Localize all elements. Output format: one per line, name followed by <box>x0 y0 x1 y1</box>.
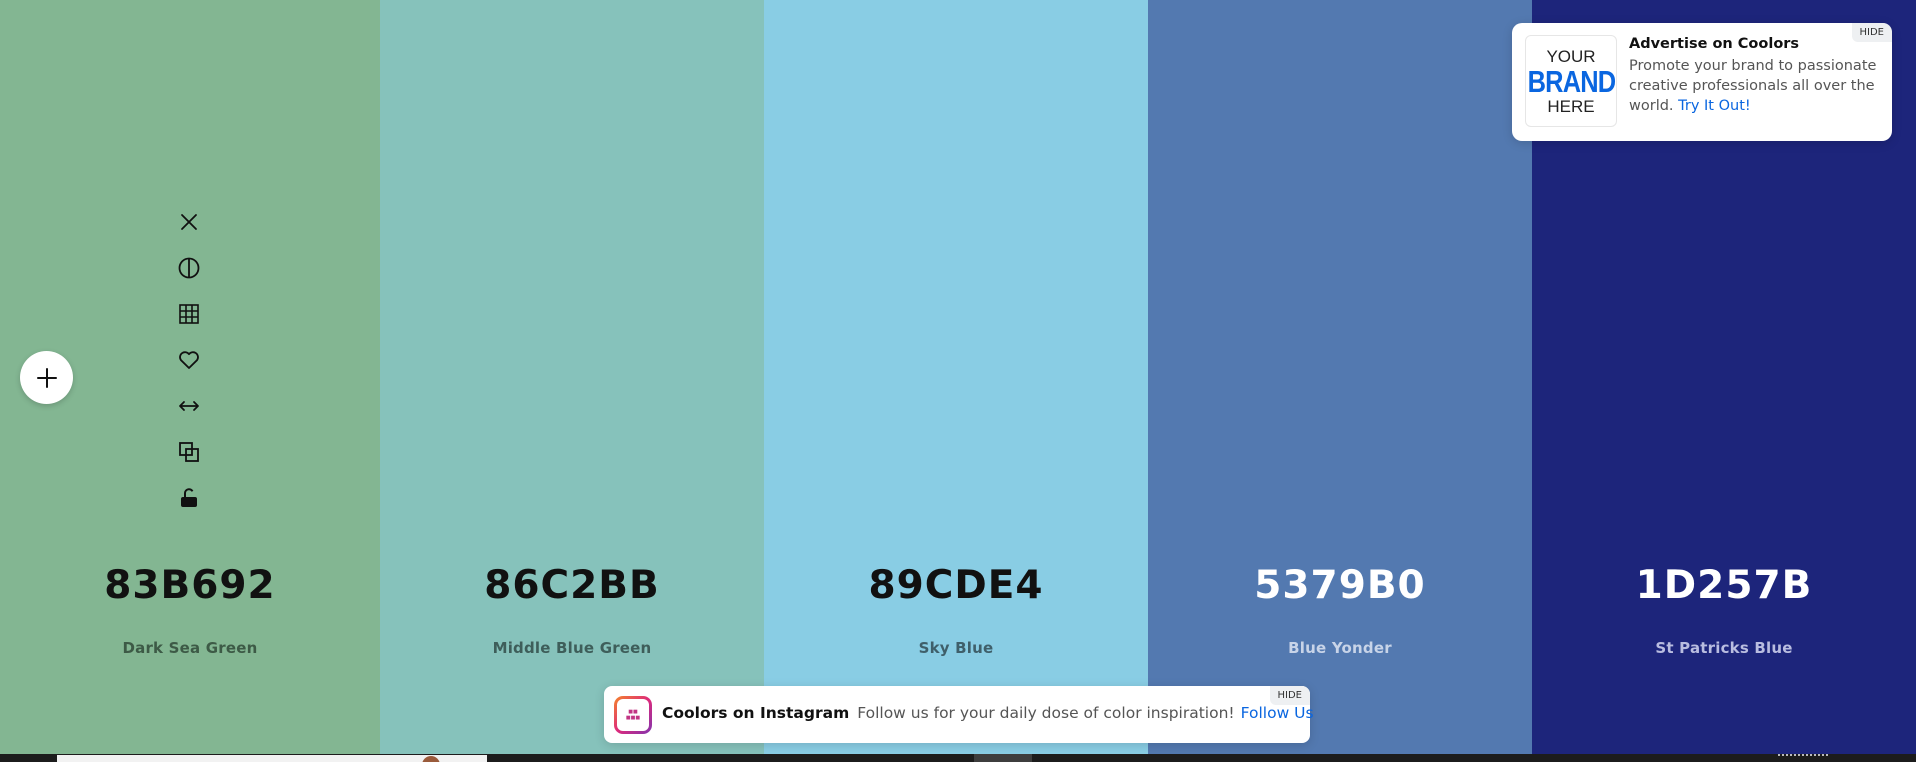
ad-title: Advertise on Coolors <box>1629 36 1800 52</box>
color-hex[interactable]: 1D257B <box>1532 563 1916 608</box>
ad-brand-logo[interactable]: YOUR BRAND HERE <box>1525 35 1617 127</box>
color-name[interactable]: Blue Yonder <box>1148 639 1532 657</box>
contrast-icon[interactable] <box>173 252 205 284</box>
swatch-blue-yonder[interactable]: 5379B0 Blue Yonder <box>1148 0 1532 754</box>
swatch-toolbar <box>173 206 205 528</box>
copy-icon[interactable] <box>173 436 205 468</box>
instagram-text: Coolors on Instagram Follow us for your d… <box>662 704 1314 722</box>
grid-icon[interactable] <box>173 298 205 330</box>
ad-try-link[interactable]: Try It Out! <box>1678 98 1751 114</box>
ad-card: YOUR BRAND HERE Advertise on Coolors Pro… <box>1512 23 1892 141</box>
instagram-logo-icon[interactable]: ■■ ■■■ <box>614 696 652 734</box>
color-name[interactable]: Middle Blue Green <box>380 639 764 657</box>
ad-text: Advertise on Coolors Promote your brand … <box>1629 36 1879 116</box>
instagram-hide-button[interactable]: HIDE <box>1269 686 1310 705</box>
ad-logo-line3: HERE <box>1547 96 1595 116</box>
instagram-description: Follow us for your daily dose of color i… <box>857 704 1235 722</box>
ad-body: Promote your brand to passionate creativ… <box>1629 56 1879 116</box>
color-hex[interactable]: 83B692 <box>0 563 380 608</box>
close-icon[interactable] <box>173 206 205 238</box>
plus-icon <box>36 367 57 388</box>
color-hex[interactable]: 86C2BB <box>380 563 764 608</box>
drag-arrows-icon[interactable] <box>173 390 205 422</box>
instagram-title: Coolors on Instagram <box>662 704 850 722</box>
ad-logo-line2: BRAND <box>1527 63 1616 99</box>
taskbar-active-app[interactable] <box>974 754 1032 762</box>
ad-body-text: Promote your brand to passionate creativ… <box>1629 58 1877 114</box>
instagram-follow-link[interactable]: Follow Us <box>1241 704 1314 722</box>
taskbar-clock <box>1778 754 1828 757</box>
color-hex[interactable]: 5379B0 <box>1148 563 1532 608</box>
add-color-button[interactable] <box>20 351 73 404</box>
color-name[interactable]: Sky Blue <box>764 639 1148 657</box>
swatch-sky-blue[interactable]: 89CDE4 Sky Blue <box>764 0 1148 754</box>
swatch-middle-blue-green[interactable]: 86C2BB Middle Blue Green <box>380 0 764 754</box>
ad-hide-button[interactable]: HIDE <box>1851 23 1892 42</box>
heart-icon[interactable] <box>173 344 205 376</box>
color-name[interactable]: St Patricks Blue <box>1532 639 1916 657</box>
taskbar <box>0 754 1916 762</box>
color-name[interactable]: Dark Sea Green <box>0 639 380 657</box>
unlock-icon[interactable] <box>173 482 205 514</box>
instagram-banner: ■■ ■■■ Coolors on Instagram Follow us for … <box>604 686 1314 743</box>
color-hex[interactable]: 89CDE4 <box>764 563 1148 608</box>
